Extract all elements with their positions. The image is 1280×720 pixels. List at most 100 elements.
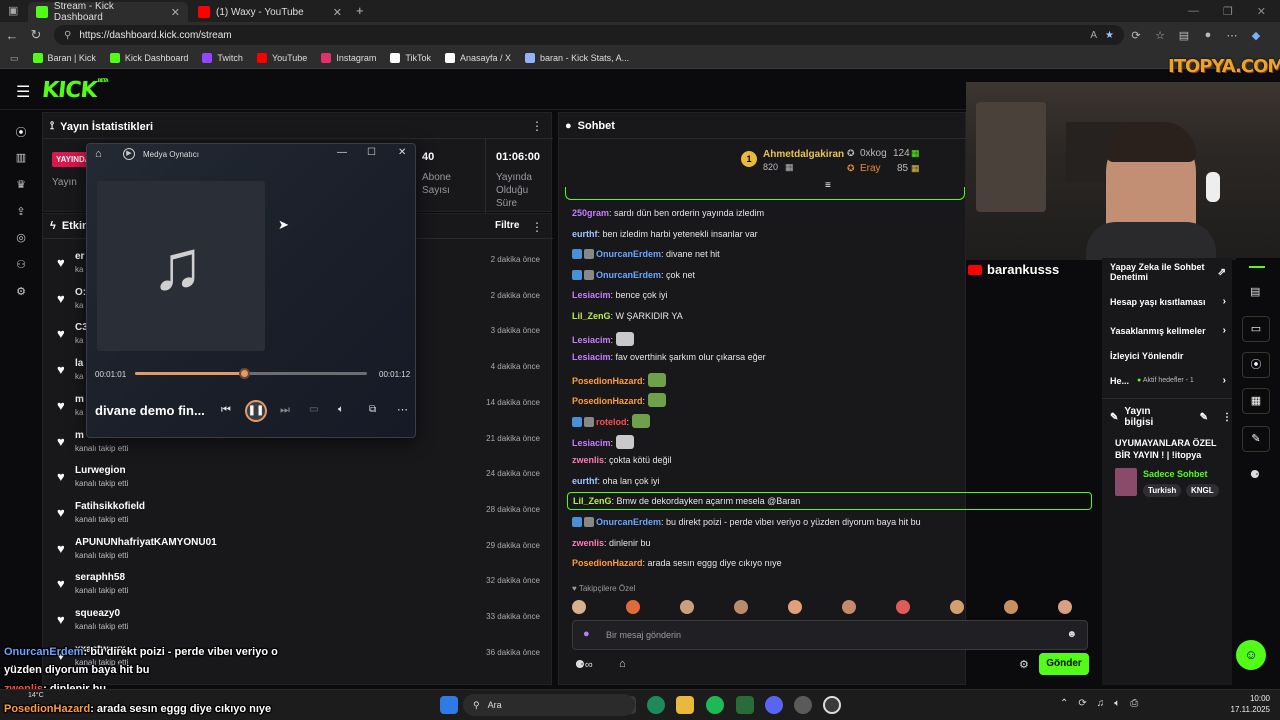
tab-kick-dashboard[interactable]: Stream - Kick Dashboard ✕ xyxy=(28,1,188,23)
tag-chip[interactable]: KNGL xyxy=(1186,484,1219,497)
bookmark-instagram[interactable]: Instagram xyxy=(321,53,376,63)
collections-icon[interactable]: ▤ xyxy=(1172,29,1196,42)
event-username[interactable]: m xyxy=(75,394,84,405)
emote-icon[interactable] xyxy=(896,600,910,614)
bookmark-twitch[interactable]: Twitch xyxy=(202,53,243,63)
chat-username[interactable]: Lesiacim xyxy=(572,438,611,448)
chat-username[interactable]: Lil_ZenG xyxy=(572,311,611,321)
kick-logo[interactable]: KICKBETA xyxy=(41,78,108,103)
goals-item[interactable]: He... ● Aktif hedefler - 1 › xyxy=(1110,375,1226,386)
chat-username[interactable]: PosedionHazard xyxy=(572,376,643,386)
minimize-icon[interactable]: — xyxy=(337,147,347,158)
edge-icon[interactable] xyxy=(647,696,665,714)
seek-handle[interactable] xyxy=(239,368,251,379)
tab-youtube[interactable]: (1) Waxy - YouTube ✕ xyxy=(190,2,350,22)
trophy-icon[interactable]: ♛ xyxy=(13,178,29,191)
raid-item[interactable]: İzleyici Yönlendir xyxy=(1110,351,1226,361)
stats-more-icon[interactable]: ⋮ xyxy=(531,119,543,133)
system-tray-icons[interactable]: ⌃⟳♫🔈︎⎙ xyxy=(1060,698,1148,709)
taskbar-search[interactable]: ⚲ Ara xyxy=(463,694,635,716)
gifter-name[interactable]: Eray xyxy=(860,163,881,174)
chat-username[interactable]: zwenlis xyxy=(572,538,604,548)
bookmark-youtube[interactable]: YouTube xyxy=(256,53,307,63)
event-username[interactable]: la xyxy=(75,358,83,369)
users-icon[interactable]: ⚇ xyxy=(13,258,29,271)
close-window-icon[interactable]: ✕ xyxy=(1257,5,1266,18)
chat-username[interactable]: PosedionHazard xyxy=(572,396,643,406)
banned-words-item[interactable]: Yasaklanmış kelimeler › xyxy=(1110,325,1226,336)
broadcast-toggle-button[interactable]: ⦿ xyxy=(1242,352,1270,378)
chat-input[interactable]: ● Bir mesaj gönderin ☻ xyxy=(572,620,1088,650)
emote-icon[interactable] xyxy=(626,600,640,614)
media-player-icon[interactable] xyxy=(823,696,841,714)
event-username[interactable]: seraphh58 xyxy=(75,572,125,583)
emote-icon[interactable] xyxy=(1058,600,1072,614)
emoji-icon[interactable]: ☻ xyxy=(1066,629,1077,640)
app-icon[interactable] xyxy=(736,696,754,714)
url-field[interactable]: ⚲ https://dashboard.kick.com/stream A ★ xyxy=(54,25,1124,45)
chat-username[interactable]: zwenlis xyxy=(572,455,604,465)
filter-button[interactable]: Filtre xyxy=(495,220,519,231)
upload-icon[interactable]: ⇪ xyxy=(13,205,29,218)
points-icon[interactable]: ⚈∞ xyxy=(575,658,593,671)
close-icon[interactable]: ✕ xyxy=(333,6,342,19)
event-username[interactable]: m xyxy=(75,430,84,441)
hamburger-menu-icon[interactable]: ☰ xyxy=(16,82,30,102)
chat-username[interactable]: Lesiacim xyxy=(572,335,611,345)
chat-username[interactable]: OnurcanErdem xyxy=(596,517,661,527)
file-explorer-icon[interactable] xyxy=(676,696,694,714)
spotify-icon[interactable] xyxy=(706,696,724,714)
chat-username[interactable]: Lil_ZenG xyxy=(573,496,612,506)
obs-icon[interactable] xyxy=(794,696,812,714)
miniplayer-icon[interactable]: ⧉ xyxy=(369,404,376,415)
site-info-icon[interactable]: ⚲ xyxy=(64,30,71,41)
emote-icon[interactable] xyxy=(1004,600,1018,614)
previous-icon[interactable]: ⏮ xyxy=(221,404,231,417)
next-icon[interactable]: ⏭ xyxy=(280,404,290,417)
reload-icon[interactable]: ↻ xyxy=(24,27,48,43)
chat-username[interactable]: eurthf xyxy=(572,229,598,239)
more-icon[interactable]: ⋯ xyxy=(1220,29,1244,42)
account-age-item[interactable]: Hesap yaşı kısıtlaması › xyxy=(1110,296,1226,307)
bookmark-menu-icon[interactable]: ▭ xyxy=(10,53,19,64)
camera-icon[interactable]: ◎ xyxy=(13,231,29,244)
close-icon[interactable]: ✕ xyxy=(171,6,180,19)
ai-moderation-item[interactable]: Yapay Zeka ile Sohbet Denetimi ⇗ xyxy=(1110,262,1226,282)
emote-icon[interactable] xyxy=(950,600,964,614)
profile-icon[interactable]: ● xyxy=(1196,29,1220,41)
refresh-extension-icon[interactable]: ⟳ xyxy=(1124,29,1148,42)
maximize-icon[interactable]: ❐ xyxy=(1223,5,1233,18)
top-gifter-name[interactable]: Ahmetdalgakiran xyxy=(763,149,844,160)
seek-bar[interactable] xyxy=(135,368,367,379)
chat-username[interactable]: Lesiacim xyxy=(572,352,611,362)
emote-icon[interactable] xyxy=(842,600,856,614)
tag-chip[interactable]: Turkish xyxy=(1143,484,1182,497)
chat-toggle-button[interactable]: ▭ xyxy=(1242,316,1270,342)
tools-button[interactable]: ✎ xyxy=(1242,426,1270,452)
favorites-icon[interactable]: ☆ xyxy=(1148,29,1172,42)
broadcast-icon[interactable]: ⦿ xyxy=(13,124,29,140)
chat-settings-icon[interactable]: ⚙ xyxy=(1019,658,1029,671)
favorite-star-icon[interactable]: ★ xyxy=(1105,30,1114,41)
emote-icon[interactable] xyxy=(680,600,694,614)
bookmark-x[interactable]: Anasayfa / X xyxy=(445,53,511,63)
event-username[interactable]: Lurwegion xyxy=(75,465,126,476)
event-username[interactable]: er xyxy=(75,251,84,262)
event-username[interactable]: APUNUNhafriyatKAMYONU01 xyxy=(75,537,217,548)
queue-button[interactable]: ▦ xyxy=(1242,388,1270,414)
gifter-name[interactable]: 0xkog xyxy=(860,148,887,159)
bookmark-tiktok[interactable]: TikTok xyxy=(390,53,431,63)
send-button[interactable]: Gönder xyxy=(1039,653,1089,675)
subtitles-icon[interactable]: ▭ xyxy=(309,404,318,415)
pause-button[interactable]: ❚❚ xyxy=(245,400,267,422)
event-username[interactable]: squeazy0 xyxy=(75,608,120,619)
tab-actions-icon[interactable]: ▣ xyxy=(8,4,18,17)
taskbar-clock[interactable]: 10:00 17.11.2025 xyxy=(1231,693,1270,715)
read-aloud-icon[interactable]: A xyxy=(1090,30,1097,41)
back-icon[interactable]: ← xyxy=(0,28,24,43)
chat-username[interactable]: PosedionHazard xyxy=(572,558,643,568)
mic-icon[interactable]: ● xyxy=(583,628,590,640)
chat-username[interactable]: OnurcanErdem xyxy=(596,249,661,259)
shop-icon[interactable]: ⌂ xyxy=(619,658,626,670)
event-username[interactable]: Fatihsikkofield xyxy=(75,501,145,512)
